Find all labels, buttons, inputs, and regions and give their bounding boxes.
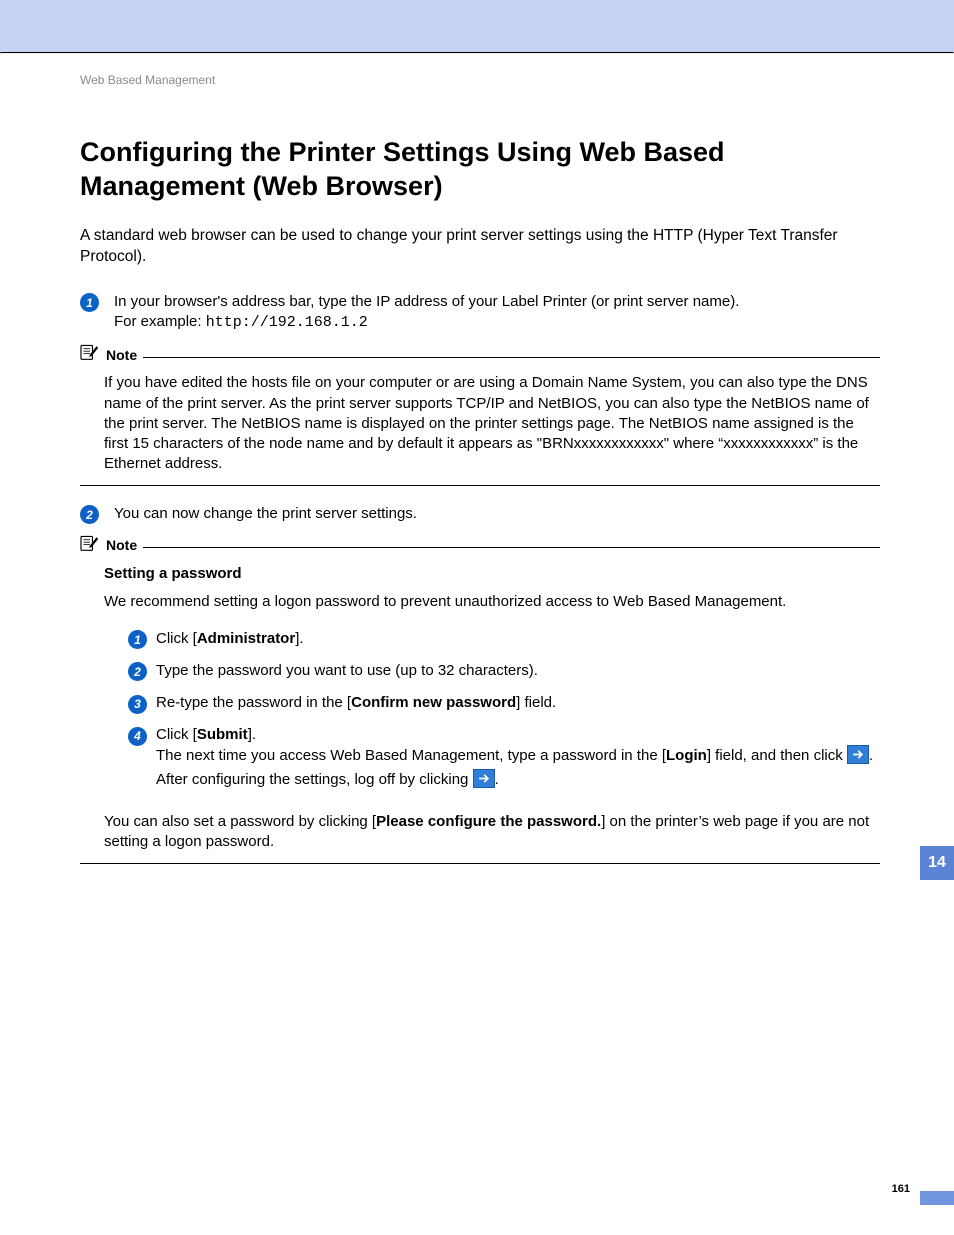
note-2-closing: You can also set a password by clicking … [104, 812, 880, 853]
arrow-right-icon [473, 769, 495, 788]
substep-4-line-3: After configuring the settings, log off … [156, 770, 880, 790]
step-number-icon: 2 [80, 505, 99, 524]
substep-4: 4 Click [Submit]. The next time you acce… [128, 725, 880, 790]
substep-4-line-1: Click [Submit]. [156, 725, 880, 745]
step-2-text: You can now change the print server sett… [114, 505, 417, 522]
step-number-icon: 3 [128, 695, 147, 714]
substep-1: 1 Click [Administrator]. [128, 629, 880, 649]
step-1-line-2-prefix: For example: [114, 313, 206, 330]
step-1-line-1: In your browser's address bar, type the … [114, 293, 739, 310]
page-number: 161 [892, 1182, 910, 1197]
note-pencil-icon [80, 534, 100, 558]
step-number-icon: 4 [128, 727, 147, 746]
intro-paragraph: A standard web browser can be used to ch… [80, 226, 880, 268]
side-stripe [920, 1191, 954, 1205]
step-1: 1 In your browser's address bar, type th… [80, 292, 880, 334]
substep-3: 3 Re-type the password in the [Confirm n… [128, 693, 880, 713]
note-pencil-icon [80, 343, 100, 367]
note-block-2: Note Setting a password We recommend set… [80, 534, 880, 864]
note-2-label: Note [106, 536, 137, 555]
substep-1-text: Click [Administrator]. [156, 630, 304, 647]
substep-2-text: Type the password you want to use (up to… [156, 662, 538, 679]
section-header-label: Web Based Management [80, 72, 880, 88]
note-block-1: Note If you have edited the hosts file o… [80, 343, 880, 486]
step-1-example-url: http://192.168.1.2 [206, 314, 368, 331]
note-2-heading: Setting a password [104, 565, 242, 582]
chapter-side-tab: 14 [920, 846, 954, 880]
substep-3-text: Re-type the password in the [Confirm new… [156, 694, 556, 711]
top-banner [0, 0, 954, 52]
step-2: 2 You can now change the print server se… [80, 504, 880, 524]
step-number-icon: 1 [80, 293, 99, 312]
note-1-label: Note [106, 346, 137, 365]
substep-4-line-2: The next time you access Web Based Manag… [156, 746, 880, 766]
step-number-icon: 1 [128, 630, 147, 649]
note-2-recommend: We recommend setting a logon password to… [104, 592, 880, 612]
page-title: Configuring the Printer Settings Using W… [80, 136, 880, 204]
step-number-icon: 2 [128, 662, 147, 681]
substep-2: 2 Type the password you want to use (up … [128, 661, 880, 681]
arrow-right-icon [847, 745, 869, 764]
note-1-body: If you have edited the hosts file on you… [104, 373, 880, 474]
